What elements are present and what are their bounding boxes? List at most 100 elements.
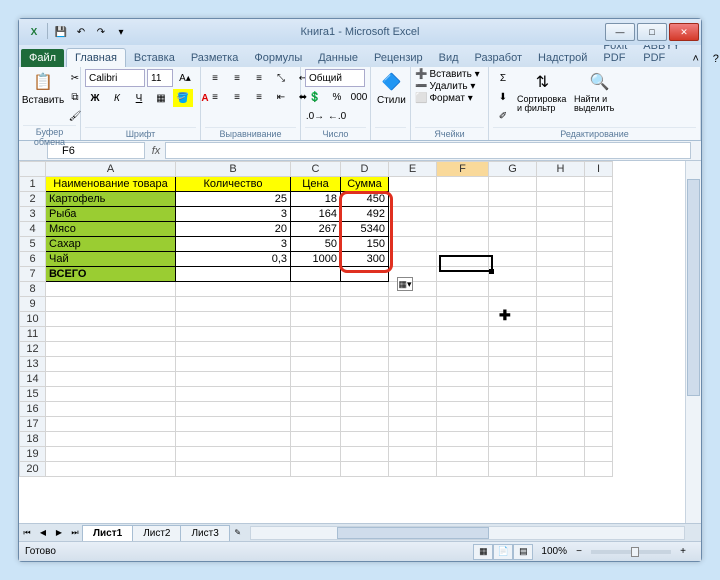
col-header-I[interactable]: I — [585, 162, 613, 177]
fill-handle[interactable] — [489, 269, 494, 274]
cell-E18[interactable] — [389, 432, 437, 447]
cell-B10[interactable] — [176, 312, 291, 327]
cell-A10[interactable] — [46, 312, 176, 327]
cell-D10[interactable] — [341, 312, 389, 327]
cell-C13[interactable] — [291, 357, 341, 372]
cell-I8[interactable] — [585, 282, 613, 297]
tab-formulas[interactable]: Формулы — [246, 49, 310, 67]
cell-E3[interactable] — [389, 207, 437, 222]
view-pagebreak-icon[interactable]: ▤ — [513, 544, 533, 560]
cell-F18[interactable] — [437, 432, 489, 447]
cell-B11[interactable] — [176, 327, 291, 342]
cell-I19[interactable] — [585, 447, 613, 462]
align-bottom-icon[interactable]: ≡ — [249, 69, 269, 87]
redo-icon[interactable]: ↷ — [92, 23, 110, 41]
row-header-8[interactable]: 8 — [20, 282, 46, 297]
cell-A17[interactable] — [46, 417, 176, 432]
paste-button[interactable]: 📋 Вставить — [23, 69, 63, 108]
cell-C2[interactable]: 18 — [291, 192, 341, 207]
cell-B7[interactable] — [176, 267, 291, 282]
cell-F8[interactable] — [437, 282, 489, 297]
col-header-G[interactable]: G — [489, 162, 537, 177]
cell-A3[interactable]: Рыба — [46, 207, 176, 222]
vscroll-thumb[interactable] — [687, 179, 700, 396]
save-icon[interactable]: 💾 — [52, 23, 70, 41]
cell-E12[interactable] — [389, 342, 437, 357]
cell-C15[interactable] — [291, 387, 341, 402]
cell-B15[interactable] — [176, 387, 291, 402]
cell-E19[interactable] — [389, 447, 437, 462]
sheet-tab-1[interactable]: Лист1 — [82, 525, 133, 541]
cell-A7[interactable]: ВСЕГО — [46, 267, 176, 282]
cell-E6[interactable] — [389, 252, 437, 267]
cell-E5[interactable] — [389, 237, 437, 252]
cell-B18[interactable] — [176, 432, 291, 447]
tab-addins[interactable]: Надстрой — [530, 49, 595, 67]
cell-H20[interactable] — [537, 462, 585, 477]
cell-A4[interactable]: Мясо — [46, 222, 176, 237]
autofill-options-button[interactable]: ▦▾ — [397, 277, 413, 291]
cell-F6[interactable] — [437, 252, 489, 267]
cell-C16[interactable] — [291, 402, 341, 417]
cell-B6[interactable]: 0,3 — [176, 252, 291, 267]
cell-C18[interactable] — [291, 432, 341, 447]
cell-I20[interactable] — [585, 462, 613, 477]
format-cells-button[interactable]: ⬜Формат ▾ — [415, 93, 473, 104]
cell-G20[interactable] — [489, 462, 537, 477]
cell-H13[interactable] — [537, 357, 585, 372]
view-layout-icon[interactable]: 📄 — [493, 544, 513, 560]
cell-I1[interactable] — [585, 177, 613, 192]
italic-icon[interactable]: К — [107, 89, 127, 107]
hscroll-thumb[interactable] — [337, 527, 489, 539]
cell-C5[interactable]: 50 — [291, 237, 341, 252]
cell-H15[interactable] — [537, 387, 585, 402]
cell-C17[interactable] — [291, 417, 341, 432]
cell-D15[interactable] — [341, 387, 389, 402]
insert-cells-button[interactable]: ➕Вставить ▾ — [415, 69, 480, 80]
view-normal-icon[interactable]: ▦ — [473, 544, 493, 560]
tab-home[interactable]: Главная — [66, 48, 126, 67]
cell-I14[interactable] — [585, 372, 613, 387]
cell-F12[interactable] — [437, 342, 489, 357]
decrease-indent-icon[interactable]: ⇤ — [271, 88, 291, 106]
cell-D11[interactable] — [341, 327, 389, 342]
row-header-4[interactable]: 4 — [20, 222, 46, 237]
row-header-7[interactable]: 7 — [20, 267, 46, 282]
cell-A8[interactable] — [46, 282, 176, 297]
cell-F19[interactable] — [437, 447, 489, 462]
col-header-A[interactable]: A — [46, 162, 176, 177]
cell-D16[interactable] — [341, 402, 389, 417]
cell-B12[interactable] — [176, 342, 291, 357]
cell-H5[interactable] — [537, 237, 585, 252]
new-sheet-button[interactable]: ✎ — [230, 526, 246, 540]
cell-F20[interactable] — [437, 462, 489, 477]
zoom-slider[interactable] — [591, 550, 671, 554]
cell-G8[interactable] — [489, 282, 537, 297]
sheet-nav-last-icon[interactable]: ⏭ — [67, 526, 83, 540]
cell-G17[interactable] — [489, 417, 537, 432]
cell-A9[interactable] — [46, 297, 176, 312]
number-format-combo[interactable]: Общий — [305, 69, 365, 87]
cell-H7[interactable] — [537, 267, 585, 282]
cell-F5[interactable] — [437, 237, 489, 252]
cell-G16[interactable] — [489, 402, 537, 417]
font-size-combo[interactable]: 11 — [147, 69, 173, 87]
col-header-F[interactable]: F — [437, 162, 489, 177]
cell-D12[interactable] — [341, 342, 389, 357]
cell-B16[interactable] — [176, 402, 291, 417]
cell-F3[interactable] — [437, 207, 489, 222]
cell-G2[interactable] — [489, 192, 537, 207]
orientation-icon[interactable]: ⤡ — [271, 69, 291, 87]
cell-C11[interactable] — [291, 327, 341, 342]
tab-review[interactable]: Рецензир — [366, 49, 431, 67]
cell-I4[interactable] — [585, 222, 613, 237]
comma-icon[interactable]: 000 — [349, 88, 369, 106]
cell-D5[interactable]: 150 — [341, 237, 389, 252]
cell-I16[interactable] — [585, 402, 613, 417]
cell-E9[interactable] — [389, 297, 437, 312]
cell-G7[interactable] — [489, 267, 537, 282]
cell-H2[interactable] — [537, 192, 585, 207]
cell-I3[interactable] — [585, 207, 613, 222]
align-top-icon[interactable]: ≡ — [205, 69, 225, 87]
sheet-nav-prev-icon[interactable]: ◀ — [35, 526, 51, 540]
